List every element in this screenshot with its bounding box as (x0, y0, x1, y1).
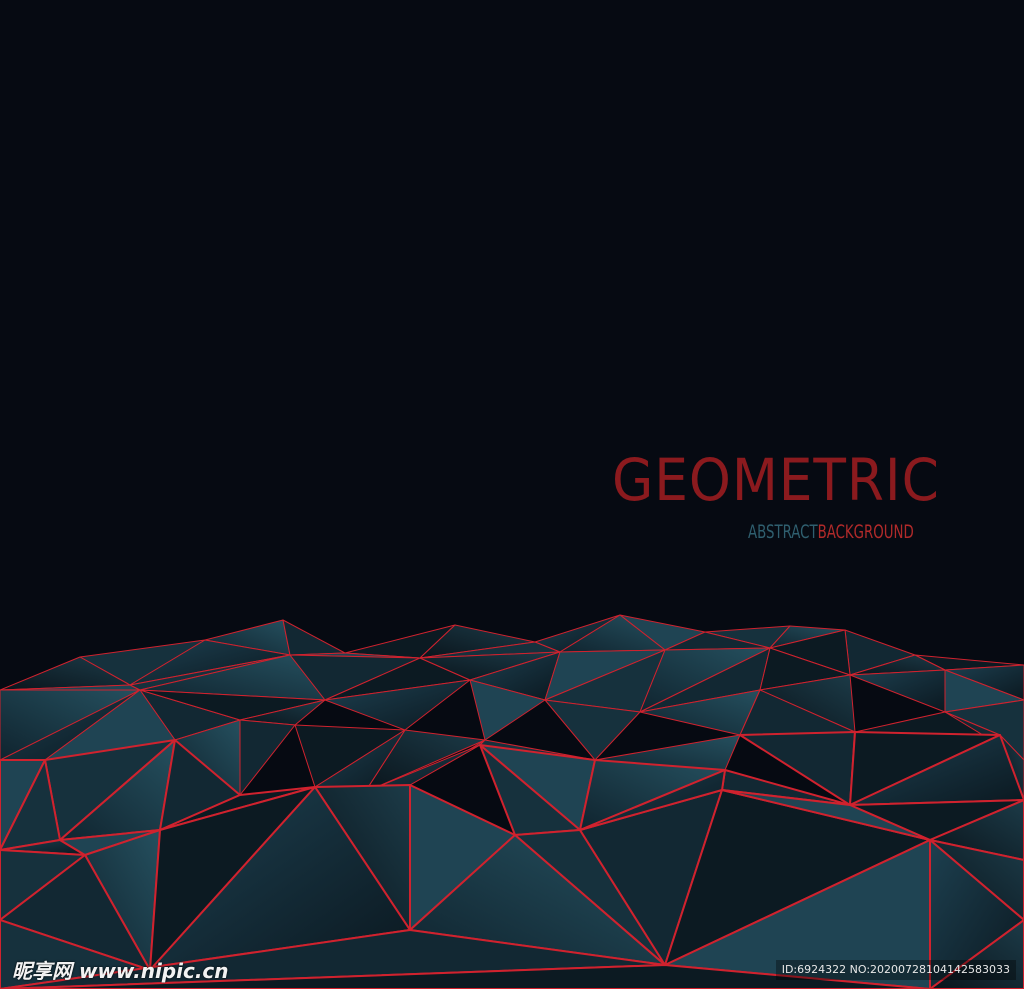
subtitle: ABSTRACTBACKGROUND (748, 520, 914, 544)
subtitle-background: BACKGROUND (817, 521, 914, 543)
terrain-facet (239, 719, 296, 796)
watermark-id: ID:6924322 NO:20200728104142583033 (775, 960, 1016, 980)
watermark-logo: 昵享网 www.nipic.cn (12, 959, 229, 983)
poster-canvas: GEOMETRIC ABSTRACTBACKGROUND 昵享网 www.nip… (0, 0, 1024, 989)
terrain-facet (849, 669, 946, 713)
title-geometric: GEOMETRIC (612, 446, 940, 514)
terrain-facet (282, 619, 346, 656)
subtitle-abstract: ABSTRACT (748, 521, 818, 543)
